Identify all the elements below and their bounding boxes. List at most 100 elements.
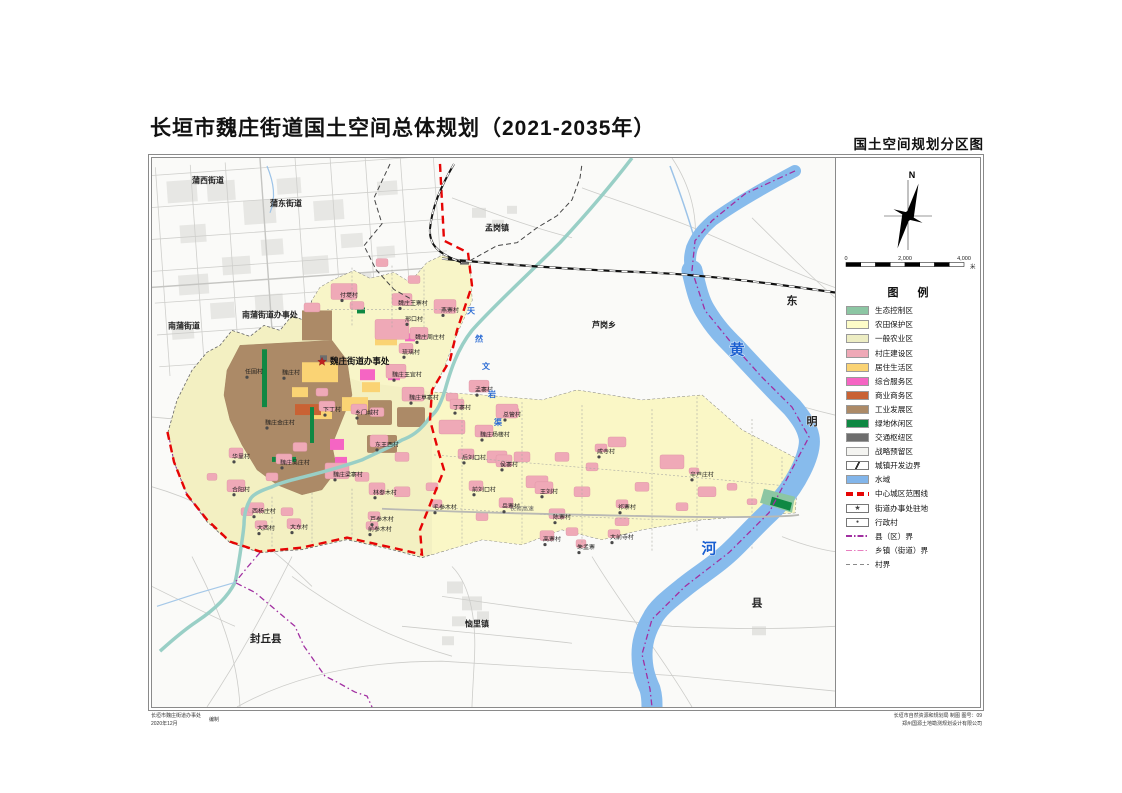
- village-patch: [635, 482, 649, 491]
- village-label: 陈寨村: [553, 513, 571, 521]
- village-dot: [500, 468, 503, 471]
- map-canvas: 付堤村魏庄王寨村燕寨村邢口村魏庄周庄村琉璃村魏庄王宜村魏庄草寨村任固村魏庄村魏庄…: [152, 158, 835, 707]
- legend-item-label: 中心城区范围线: [875, 488, 928, 499]
- region-label: 蒲西街道: [192, 175, 224, 185]
- village-label: 下丁村: [323, 406, 341, 414]
- village-patch: [408, 276, 420, 284]
- legend-item: 村庄建设区: [846, 348, 976, 358]
- village-label: 西杨庄村: [252, 507, 276, 515]
- legend-item: 战略预留区: [846, 447, 976, 457]
- scale-tick-0: 0: [844, 256, 847, 262]
- legend-swatch: [846, 532, 869, 541]
- village-dot: [280, 466, 283, 469]
- village-label: 前参木村: [368, 525, 392, 533]
- village-label: 朱孟寨: [577, 543, 595, 551]
- village-label: 丁寨村: [453, 404, 471, 412]
- scale-bar: 0 2,000 4,000 米: [842, 254, 981, 277]
- legend-item-label: 村庄建设区: [875, 348, 913, 359]
- village-dot: [543, 543, 546, 546]
- legend-item: 绿地休闲区: [846, 419, 976, 429]
- village-patch: [304, 303, 320, 312]
- map-frame-inner: 付堤村魏庄王寨村燕寨村邢口村魏庄周庄村琉璃村魏庄王宜村魏庄草寨村任固村魏庄村魏庄…: [151, 157, 981, 708]
- legend-item-label: 生态控制区: [875, 305, 913, 316]
- village-dot: [502, 510, 505, 513]
- village-label: 高寨村: [543, 535, 561, 543]
- credit-right-org: 长垣市自然资源和规划局: [894, 713, 949, 719]
- region-label: 长修高速: [510, 505, 534, 513]
- village-label: 魏庄王宜村: [392, 371, 422, 379]
- region-label: 县: [752, 596, 763, 609]
- scale-tick-4000: 4,000: [957, 256, 971, 262]
- region-label: 渠: [493, 417, 502, 427]
- legend-item: 交通枢纽区: [846, 433, 976, 443]
- village-dot: [553, 521, 556, 524]
- legend-title: 图 例: [836, 284, 980, 300]
- legend-item-label: 居住生活区: [875, 362, 913, 373]
- region-label: 天: [467, 306, 475, 315]
- village-label: 后刘口村: [462, 453, 486, 461]
- legend-item: 居住生活区: [846, 362, 976, 372]
- village-patch: [476, 513, 488, 521]
- legend-swatch: [846, 461, 869, 470]
- village-dot: [472, 493, 475, 496]
- legend-item: 水域: [846, 475, 976, 485]
- village-patch: [660, 455, 684, 469]
- village-dot: [252, 515, 255, 518]
- village-dot: [618, 511, 621, 514]
- legend-panel: N 0 2,000 4,000 米: [836, 158, 980, 707]
- village-patch: [266, 473, 278, 481]
- village-dot: [340, 299, 343, 302]
- legend-swatch: [846, 475, 869, 484]
- legend-item: 商业商务区: [846, 391, 976, 401]
- region-label: 河: [702, 540, 717, 558]
- village-dot: [597, 455, 600, 458]
- village-patch: [676, 503, 688, 511]
- village-dot: [409, 402, 412, 405]
- village-dot: [433, 511, 436, 514]
- village-patch: [376, 259, 388, 267]
- village-patch: [207, 473, 217, 480]
- scale-unit: 米: [970, 263, 976, 271]
- legend-item-label: 街道办事处驻地: [875, 503, 928, 514]
- map-sheet-title: 国土空间规划分区图: [854, 133, 985, 153]
- village-patch: [395, 452, 409, 461]
- street-office-seat-label: 魏庄街道办事处: [329, 356, 390, 366]
- legend-item-label: 战略预留区: [875, 446, 913, 457]
- north-label: N: [909, 170, 916, 180]
- legend-swatch: [846, 377, 869, 386]
- legend-item: 生态控制区: [846, 306, 976, 316]
- village-patch: [293, 442, 307, 451]
- legend-item: 中心城区范围线: [846, 489, 976, 499]
- village-label: 魏庄杨楼村: [480, 430, 510, 438]
- legend-swatch: [846, 560, 869, 569]
- village-dot: [373, 496, 376, 499]
- village-label: 大东村: [290, 523, 308, 531]
- legend-item-label: 城镇开发边界: [875, 460, 921, 471]
- legend-swatch: [846, 391, 869, 400]
- map-area[interactable]: 付堤村魏庄王寨村燕寨村邢口村魏庄周庄村琉璃村魏庄王宜村魏庄草寨村任固村魏庄村魏庄…: [152, 158, 836, 707]
- village-dot: [441, 314, 444, 317]
- village-label: 乡门城村: [355, 409, 379, 417]
- region-label: 南蒲街道办事处: [242, 309, 298, 319]
- village-label: 祁寨村: [618, 503, 636, 511]
- legend-item: 一般农业区: [846, 334, 976, 344]
- village-label: 燕寨村: [441, 306, 459, 314]
- credit-right: 长垣市自然资源和规划局 制图 图号：09 郑州国源土地勘测规划设计有限公司: [894, 713, 982, 728]
- village-label: 魏庄吴庄村: [280, 458, 310, 466]
- village-label: 王刘村: [540, 487, 558, 495]
- legend-item: 城镇开发边界: [846, 461, 976, 471]
- village-dot: [462, 461, 465, 464]
- village-label: 东王西村: [375, 440, 399, 448]
- region-label: 恼里镇: [465, 618, 489, 628]
- village-label: 大西村: [257, 524, 275, 532]
- credit-left-date: 2020年12月: [151, 721, 178, 727]
- planning-map-page: { "page": { "title": "长垣市魏庄街道国土空间总体规划（20…: [0, 0, 1122, 793]
- legend-item: 乡镇（街道）界: [846, 546, 976, 556]
- village-dot: [480, 438, 483, 441]
- legend-item-label: 村界: [875, 559, 890, 570]
- region-label: 南蒲街道: [168, 320, 200, 330]
- village-patch: [574, 487, 590, 497]
- legend-item-label: 绿地休闲区: [875, 418, 913, 429]
- page-title: 长垣市魏庄街道国土空间总体规划（2021-2035年）: [150, 112, 655, 142]
- village-label: 大前寺村: [610, 533, 634, 541]
